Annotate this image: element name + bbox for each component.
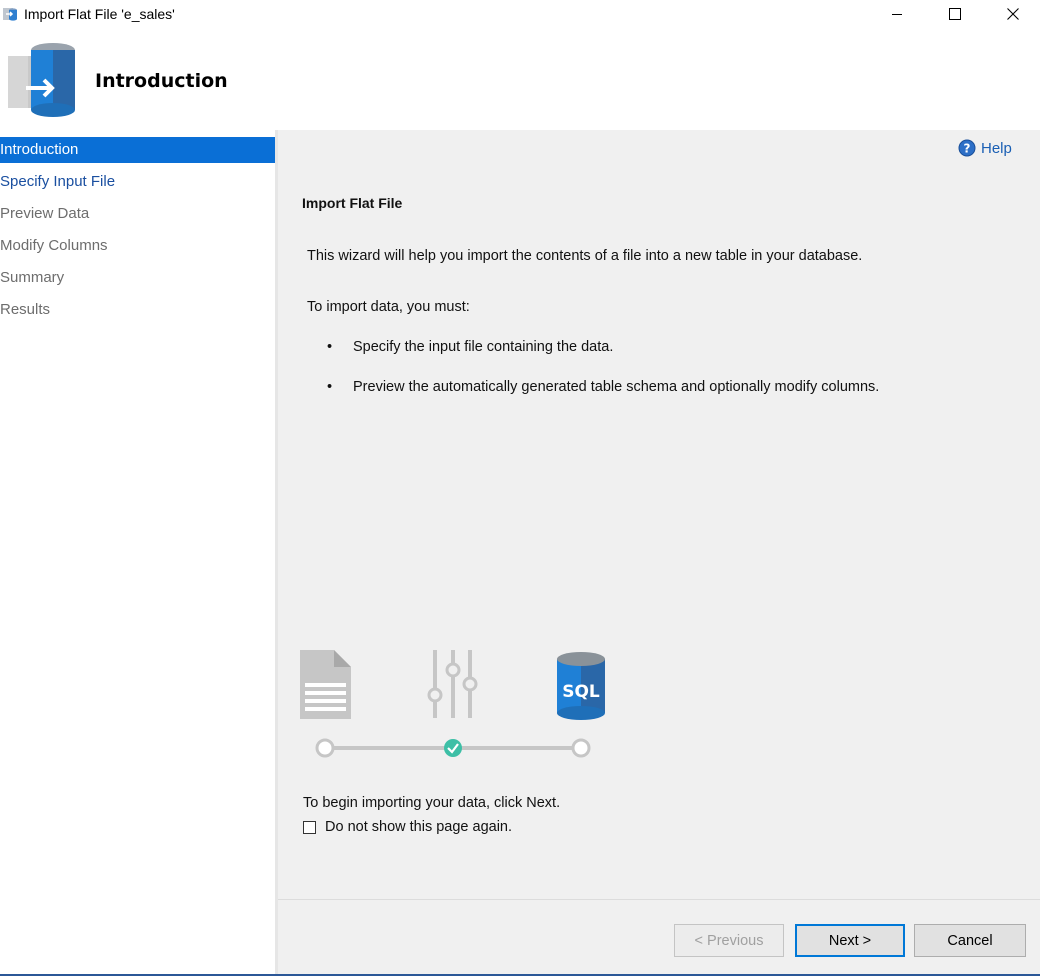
import-steps-illustration: SQL (300, 650, 605, 758)
begin-instructions: To begin importing your data, click Next… (303, 795, 561, 811)
wizard-header: Introduction (0, 30, 1040, 130)
sql-database-icon: SQL (557, 652, 605, 720)
bullet-text: Specify the input file containing the da… (353, 339, 614, 355)
sliders-icon (427, 650, 478, 718)
document-icon (300, 650, 351, 719)
title-bar: Import Flat File 'e_sales' (0, 0, 1040, 30)
svg-text:?: ? (964, 142, 971, 156)
bullet-text: Preview the automatically generated tabl… (353, 379, 880, 395)
help-label[interactable]: Help (981, 140, 1012, 157)
sidebar-item-specify-input-file[interactable]: Specify Input File (0, 169, 275, 195)
section-title: Import Flat File (302, 195, 403, 211)
do-not-show-checkbox[interactable] (303, 820, 316, 834)
intro-text: This wizard will help you import the con… (307, 248, 863, 264)
help-icon: ? (958, 139, 976, 157)
bullet-icon: • (327, 379, 333, 395)
bullet-icon: • (327, 339, 333, 355)
window-title: Import Flat File 'e_sales' (24, 6, 175, 22)
sidebar-item-modify-columns: Modify Columns (0, 237, 108, 254)
sidebar-item-results: Results (0, 301, 51, 318)
next-button[interactable]: Next > (795, 924, 905, 957)
previous-button[interactable]: < Previous (674, 924, 784, 957)
sql-label: SQL (562, 682, 600, 702)
close-icon (1007, 8, 1019, 20)
app-icon (3, 8, 17, 21)
progress-track (315, 738, 591, 758)
cancel-button[interactable]: Cancel (914, 924, 1026, 957)
list-item: • Specify the input file containing the d… (327, 339, 613, 355)
list-item: • Preview the automatically generated tab… (327, 379, 879, 395)
database-import-icon (8, 43, 75, 117)
checkbox-label[interactable]: Do not show this page again. (325, 819, 512, 835)
minimize-button[interactable] (868, 0, 926, 28)
wizard-steps-sidebar: Introduction Specify Input File Preview … (0, 130, 275, 976)
maximize-icon (949, 8, 961, 20)
sidebar-item-summary: Summary (0, 269, 65, 286)
main-panel (278, 130, 1040, 899)
do-not-show-again[interactable]: Do not show this page again. (303, 819, 512, 835)
minimize-icon (892, 14, 902, 15)
close-button[interactable] (984, 0, 1040, 28)
sidebar-item-introduction[interactable]: Introduction (0, 137, 275, 163)
maximize-button[interactable] (926, 0, 984, 28)
requirements-text: To import data, you must: (307, 299, 470, 315)
page-title: Introduction (95, 70, 228, 92)
help-link[interactable]: ? Help (958, 139, 1012, 157)
sidebar-item-preview-data: Preview Data (0, 205, 90, 222)
